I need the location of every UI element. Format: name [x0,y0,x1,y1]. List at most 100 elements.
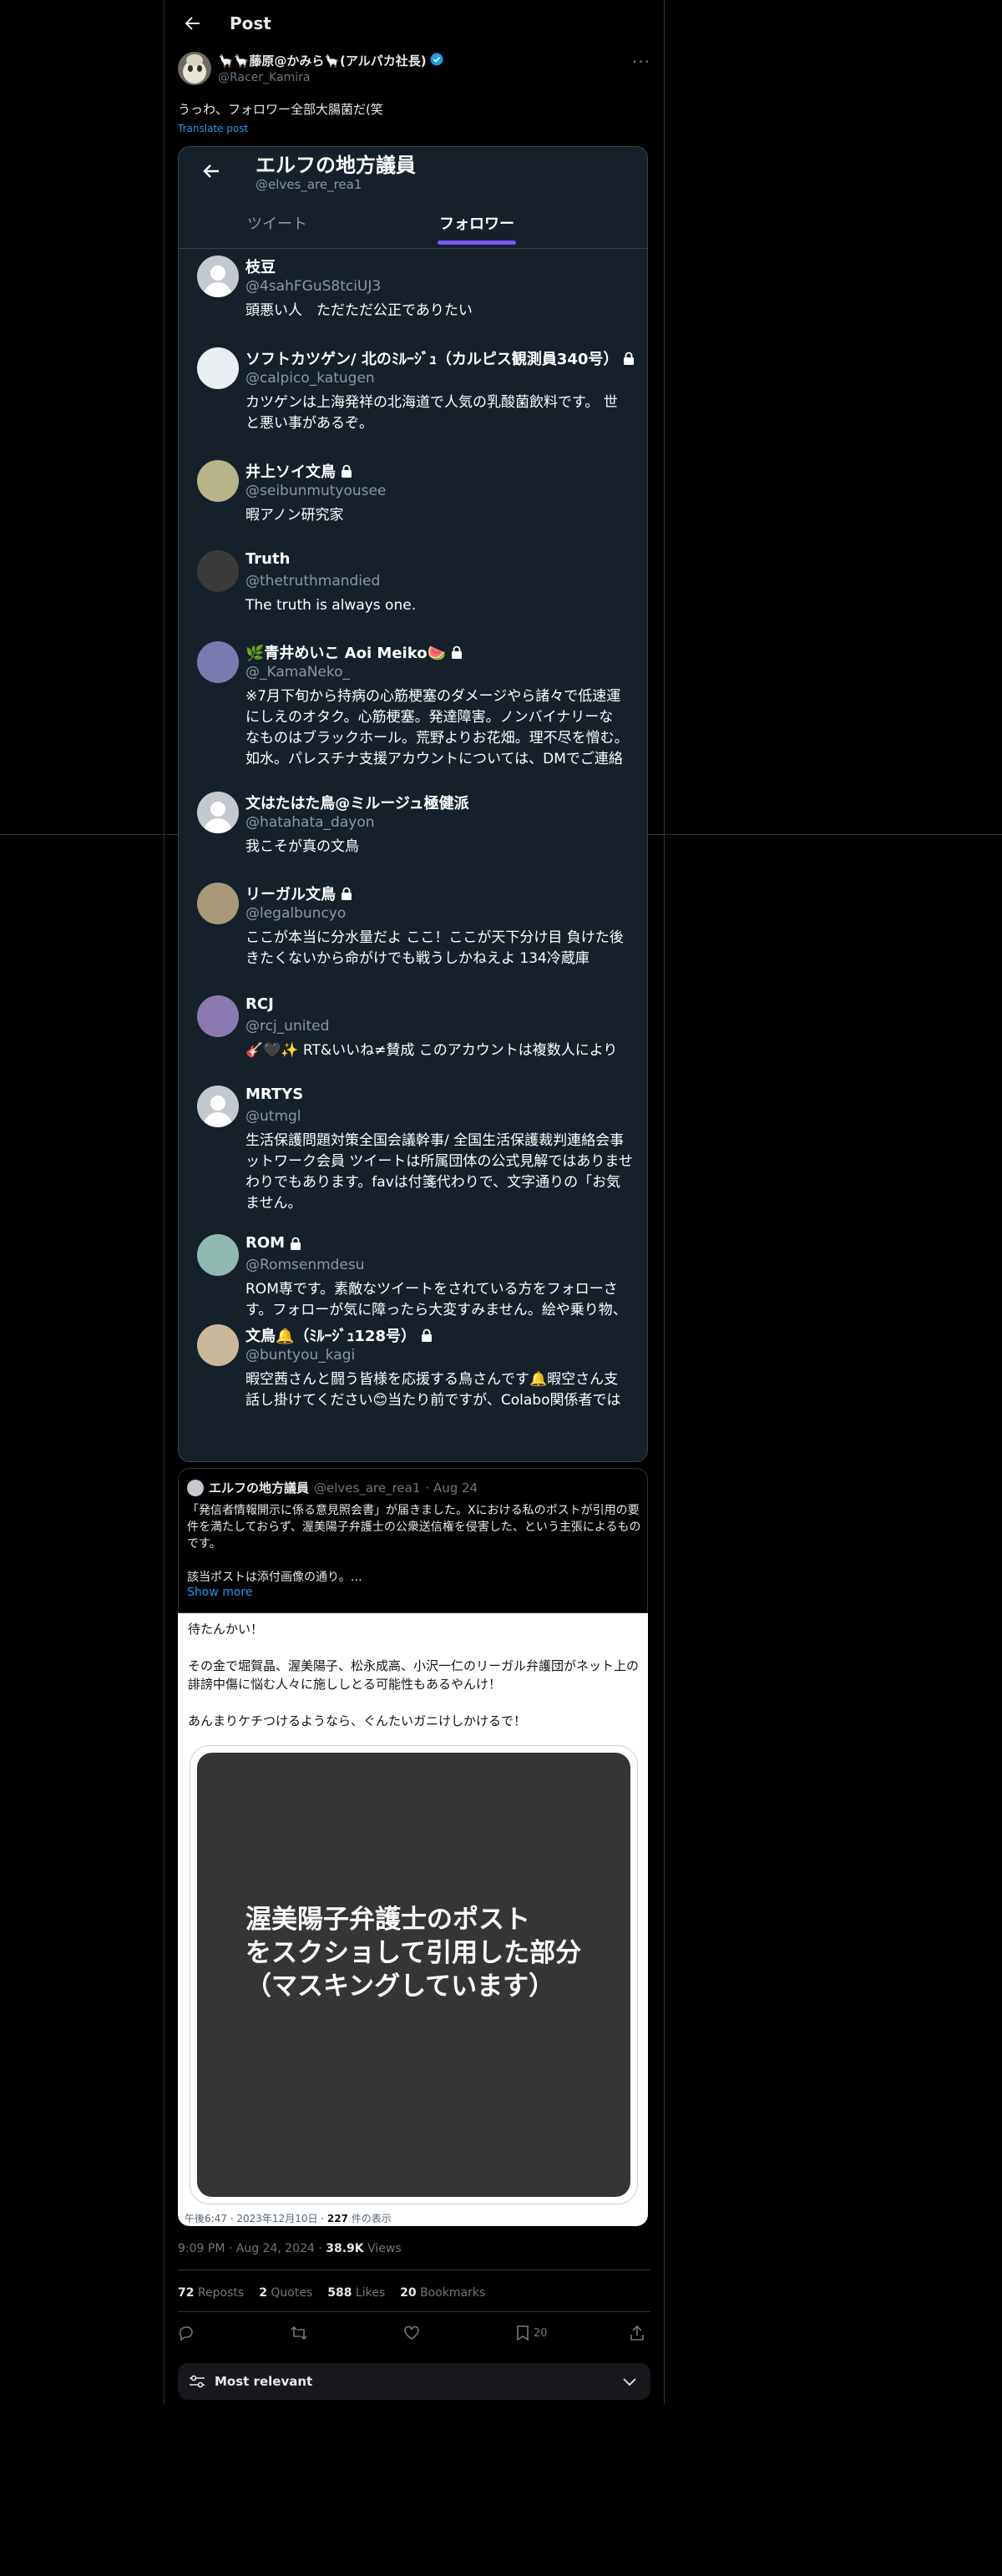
share-button[interactable] [629,2325,645,2341]
follower-bio: 暇アノン研究家 [245,507,344,524]
follower-name-text: 井上ソイ文鳥 [245,463,336,481]
follower-bio: ROM専です。素敵なツイートをされている方をフォローさ す。フォローが気に障った… [245,1281,627,1318]
follower-handle: @seibunmutyousee [245,483,387,499]
author-name-row[interactable]: 🦙🦙藤原@かみら🦙(アルパカ社長) [218,52,443,69]
follower-handle: @hatahata_dayon [245,814,375,831]
follower-name-text: ソフトカツゲン/ 北のﾐﾙｰｼﾞｭ（カルピス観測員340号） [245,351,619,368]
follower-name-text: リーガル文鳥 [245,886,336,903]
stat-count: 72 [178,2286,195,2300]
quoted-post-header: エルフの地方議員 @elves_are_rea1 · Aug 24 [187,1479,478,1496]
reply-button[interactable] [178,2325,195,2341]
author-avatar[interactable] [178,52,211,85]
profile-title: エルフの地方議員 [256,154,416,177]
attached-image-follower-list[interactable]: エルフの地方議員 @elves_are_rea1 ツイート フォロワー 枝豆 @4… [178,146,648,1462]
quoted-author-name: エルフの地方議員 [209,1480,310,1495]
repost-icon [291,2325,307,2341]
follower-name: リーガル文鳥 [245,883,352,904]
follower-name: ソフトカツゲン/ 北のﾐﾙｰｼﾞｭ（カルピス観測員340号） [245,347,635,369]
follower-bio: 生活保護問題対策全国会議幹事/ 全国生活保護裁判連絡会事 ットワーク会員 ツイー… [245,1132,633,1212]
follower-name: 井上ソイ文鳥 [245,460,352,482]
follower-name: 枝豆 [245,256,276,277]
more-options-icon[interactable]: ··· [632,52,650,72]
follower-bio: カツゲンは上海発祥の北海道で人気の乳酸菌飲料です。 世 と悪い事があるぞ。 [245,394,618,432]
follower-bio: ここが本当に分水量だよ ここ！ここが天下分け目 負けた後 きたくないから命がけで… [245,929,624,967]
follower-avatar [197,995,239,1037]
post-column: Post 🦙🦙藤原@かみら🦙(アルパカ社長) @Racer_Kamira ···… [164,0,665,2405]
action-bar: 20 [178,2325,650,2350]
follower-handle: @legalbuncyo [245,905,347,922]
post-views: 38.9K [326,2242,364,2255]
follower-handle: @buntyou_kagi [245,1347,356,1364]
stat-quotes[interactable]: 2 Quotes [259,2286,312,2300]
follower-avatar [197,641,239,683]
quoted-post[interactable]: エルフの地方議員 @elves_are_rea1 · Aug 24 「発信者情報… [178,1468,648,1613]
translate-link[interactable]: Translate post [178,123,248,134]
follower-name-text: 枝豆 [245,259,276,276]
quoted-attached-image[interactable]: 待たんかい！ その金で堀賀晶、渥美陽子、松永成高、小沢一仁のリーガル弁護団がネット… [178,1613,648,2226]
stat-count: 2 [259,2286,267,2300]
reply-icon [180,2326,193,2341]
stat-bookmarks[interactable]: 20 Bookmarks [400,2286,485,2300]
follower-name: MRTYS [245,1086,303,1103]
follower-handle: @4sahFGuS8tciUJ3 [245,278,382,295]
follower-name-text: MRTYS [245,1086,304,1103]
follower-handle: @rcj_united [245,1018,330,1035]
follower-avatar [197,792,239,833]
show-more-link[interactable]: Show more [187,1586,253,1599]
author-handle[interactable]: @Racer_Kamira [218,71,443,84]
back-arrow-icon[interactable] [176,7,210,40]
quoted-post-date: · Aug 24 [425,1480,478,1495]
follower-handle: @Romsenmdesu [245,1257,365,1273]
follower-bio: 暇空茜さんと闘う皆様を応援する鳥さんです🔔暇空さん支 話し掛けてください😊当たり… [245,1371,621,1409]
follower-name-text: 🌿青井めいこ Aoi Meiko🍉 [245,645,446,662]
page-title: Post [230,13,271,33]
post-time[interactable]: 9:09 PM · Aug 24, 2024 · [178,2242,326,2255]
active-tab-indicator [438,240,516,245]
follower-name: Truth [245,550,290,568]
follower-bio: 我こそが真の文鳥 [245,838,359,855]
follower-name: 文鳥🔔（ﾐﾙｰｼﾞｭ128号） [245,1324,433,1346]
author-block[interactable]: 🦙🦙藤原@かみら🦙(アルパカ社長) @Racer_Kamira [178,52,443,85]
repost-button[interactable] [290,2325,308,2341]
image-post-text: 待たんかい！ その金で堀賀晶、渥美陽子、松永成高、小沢一仁のリーガル弁護団がネット… [188,1622,640,1728]
follower-avatar [197,347,239,389]
follower-avatar [197,1324,239,1366]
quoted-author-handle: @elves_are_rea1 [314,1480,421,1495]
follower-name-text: RCJ [245,995,274,1013]
post-views-label: Views [363,2242,402,2255]
bookmark-button[interactable]: 20 [515,2325,548,2341]
bookmark-icon [517,2325,529,2341]
follower-handle: @_KamaNeko_ [245,664,351,681]
bookmark-count: 20 [534,2326,548,2340]
follower-handle: @thetruthmandied [245,573,381,590]
follower-bio: 🎸🖤✨ RT&いいね≠賛成 このアカウントは複数人により [245,1042,618,1059]
divider [178,2311,650,2312]
follower-name: RCJ [245,995,274,1013]
quoted-author-avatar [187,1479,204,1496]
stat-label: Quotes [266,2286,313,2300]
author-display-name[interactable]: 🦙🦙藤原@かみら🦙(アルパカ社長) [218,52,427,69]
follower-handle: @calpico_katugen [245,370,375,387]
lock-icon [421,1328,433,1342]
follower-bio: 頭悪い人 ただただ公正でありたい [245,302,473,319]
stat-reposts[interactable]: 72 Reposts [178,2286,244,2300]
follower-avatar [197,460,239,502]
sort-label: Most relevant [215,2374,313,2389]
image-post-meta: 午後6:47 · 2023年12月10日 · 227 件の表示 [185,2211,392,2225]
follower-avatar [197,883,239,924]
stat-count: 20 [400,2286,417,2300]
stat-label: Likes [352,2286,386,2300]
follower-bio: ※7月下旬から持病の心筋梗塞のダメージやら諸々で低速運 にしえのオタク。心筋梗塞… [245,688,629,767]
sort-replies-dropdown[interactable]: Most relevant [178,2363,650,2400]
image-post-views: 227 [326,2213,348,2224]
lock-icon [623,352,635,365]
lock-icon [341,464,352,478]
follower-handle: @utmgl [245,1108,301,1125]
sort-filter-icon [190,2375,205,2388]
follower-bio: The truth is always one. [245,597,417,614]
stat-likes[interactable]: 588 Likes [327,2286,385,2300]
follower-avatar [197,550,239,592]
post-header: Post [164,0,664,47]
like-button[interactable] [403,2325,420,2341]
follower-name-text: Truth [245,550,291,568]
